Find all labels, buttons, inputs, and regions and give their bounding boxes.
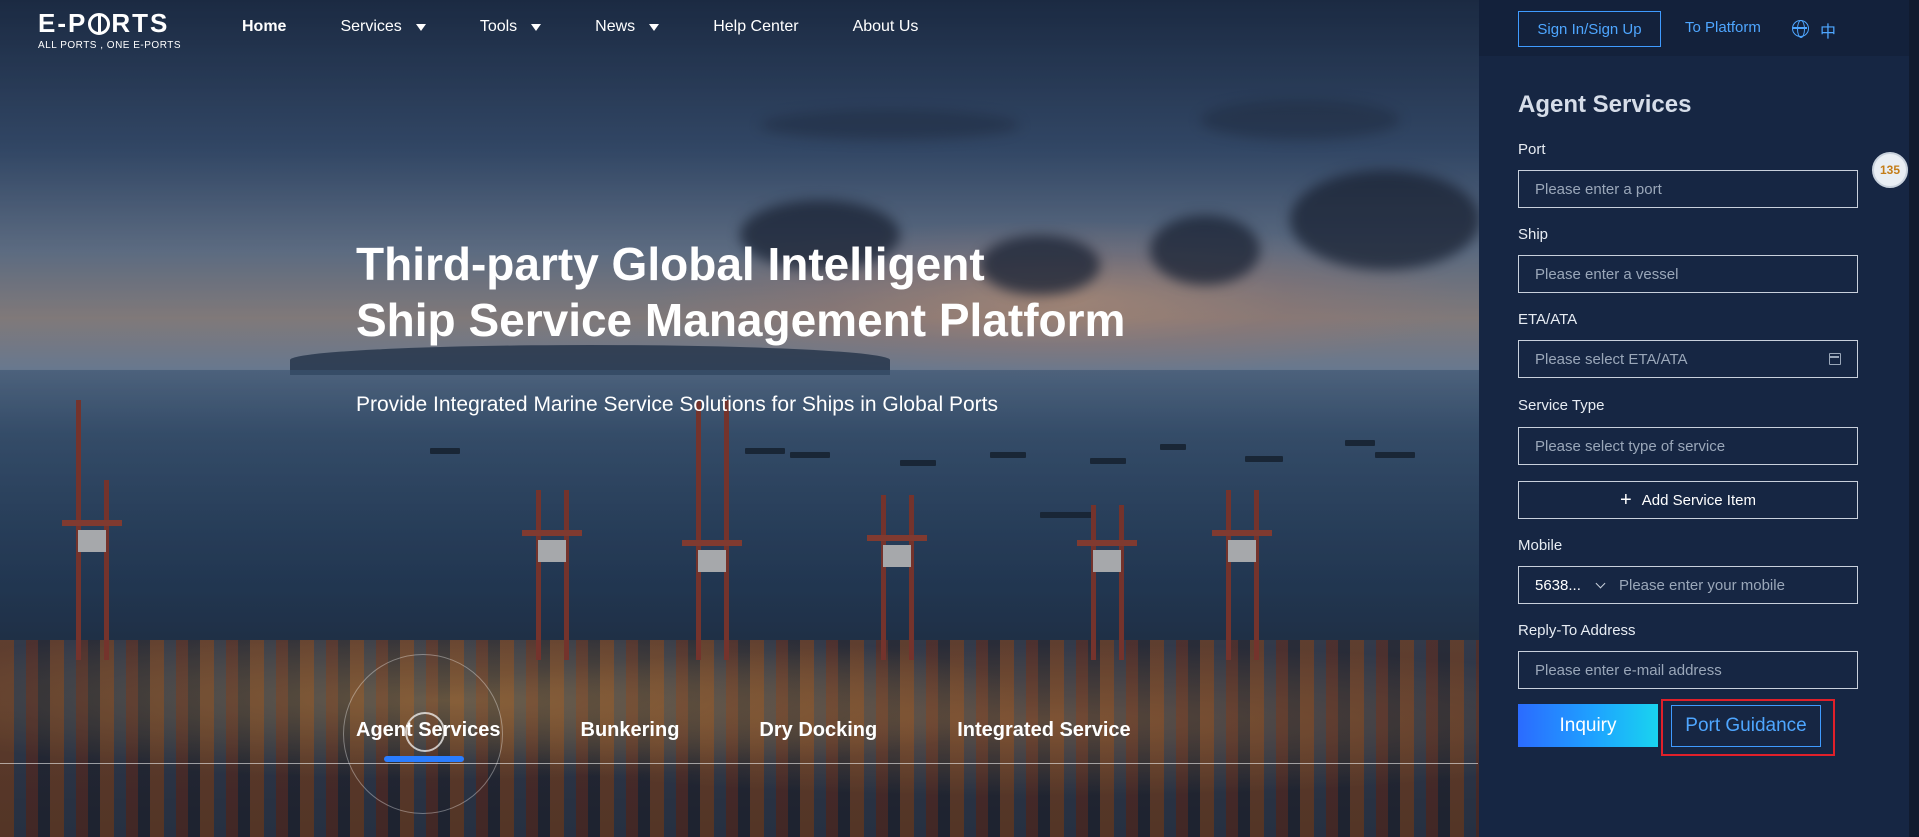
logo-wordmark: E-P RTS: [38, 8, 170, 38]
tab-bunkering[interactable]: Bunkering: [581, 719, 680, 742]
nav-services[interactable]: Services: [340, 18, 426, 36]
eta-label: ETA/ATA: [1518, 311, 1578, 328]
calendar-icon: [1829, 353, 1841, 365]
eta-date-picker[interactable]: Please select ETA/ATA: [1518, 340, 1858, 378]
hero-overlay: [0, 0, 1480, 837]
ship-label: Ship: [1518, 226, 1549, 243]
to-platform-link[interactable]: To Platform: [1685, 19, 1761, 36]
port-label: Port: [1518, 141, 1546, 158]
form-title: Agent Services: [1518, 91, 1692, 118]
service-tabs: Agent Services Bunkering Dry Docking Int…: [356, 719, 1211, 762]
caret-down-icon: [531, 23, 542, 31]
logo[interactable]: E-P RTS ALL PORTS , ONE E-PORTS: [38, 8, 181, 51]
inquiry-button[interactable]: Inquiry: [1518, 704, 1658, 747]
add-service-item-button[interactable]: + Add Service Item: [1518, 481, 1858, 519]
port-input[interactable]: [1518, 170, 1858, 208]
hero-subline: Provide Integrated Marine Service Soluti…: [356, 393, 998, 416]
tab-agent-services[interactable]: Agent Services: [356, 719, 501, 762]
sign-in-button[interactable]: Sign In/Sign Up: [1518, 11, 1661, 47]
main-nav: Home Services Tools News Help Center Abo…: [242, 18, 972, 36]
nav-help-center[interactable]: Help Center: [713, 18, 798, 36]
service-type-placeholder: Please select type of service: [1535, 437, 1726, 455]
mobile-field: 5638...: [1518, 566, 1858, 604]
nav-about-us[interactable]: About Us: [853, 18, 919, 36]
inquiry-panel: Sign In/Sign Up To Platform 中 Agent Serv…: [1479, 0, 1919, 837]
country-code-select[interactable]: 5638...: [1519, 567, 1617, 603]
globe-icon[interactable]: [1792, 20, 1809, 38]
hero-headline: Third-party Global Intelligent Ship Serv…: [356, 236, 1156, 348]
reply-to-label: Reply-To Address: [1518, 622, 1636, 639]
hero-headline-line1: Third-party Global Intelligent: [356, 238, 985, 290]
tab-dry-docking[interactable]: Dry Docking: [759, 719, 877, 742]
mobile-input[interactable]: [1617, 567, 1857, 603]
port-guidance-button[interactable]: Port Guidance: [1671, 705, 1821, 747]
tab-divider: [0, 763, 1478, 764]
nav-news[interactable]: News: [595, 18, 660, 36]
nav-home[interactable]: Home: [242, 18, 286, 36]
service-type-label: Service Type: [1518, 397, 1605, 414]
scrollbar-track[interactable]: [1909, 0, 1919, 837]
country-code-value: 5638...: [1535, 576, 1581, 594]
logo-anchor-icon: [88, 12, 111, 35]
logo-tagline: ALL PORTS , ONE E-PORTS: [38, 40, 182, 51]
ship-input[interactable]: [1518, 255, 1858, 293]
chevron-down-icon: [1595, 578, 1606, 588]
eta-placeholder: Please select ETA/ATA: [1535, 350, 1688, 368]
nav-tools[interactable]: Tools: [480, 18, 542, 36]
floating-badge[interactable]: 135: [1872, 152, 1908, 188]
caret-down-icon: [415, 23, 426, 31]
email-input[interactable]: [1518, 651, 1858, 689]
language-switch[interactable]: 中: [1820, 18, 1836, 42]
mobile-label: Mobile: [1518, 537, 1563, 554]
tab-integrated-service[interactable]: Integrated Service: [957, 719, 1130, 742]
caret-down-icon: [649, 23, 660, 31]
hero-headline-line2: Ship Service Management Platform: [356, 294, 1126, 346]
plus-icon: +: [1620, 489, 1632, 511]
add-service-item-label: Add Service Item: [1641, 491, 1756, 509]
service-type-select[interactable]: Please select type of service: [1518, 427, 1858, 465]
